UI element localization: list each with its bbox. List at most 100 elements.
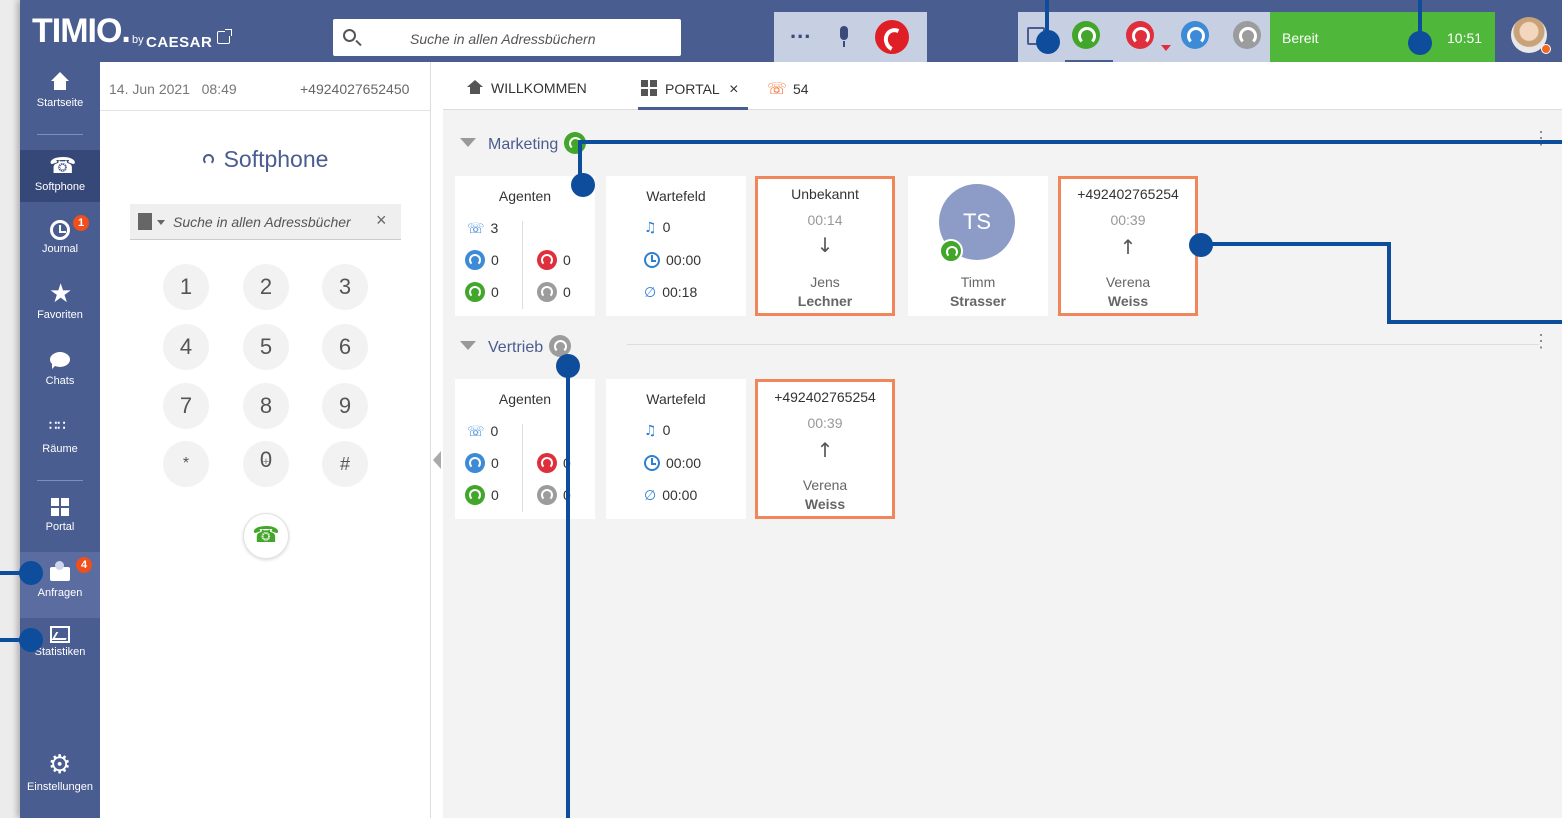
sidebar-item-portal[interactable]: Portal (20, 496, 100, 542)
stats-icon (50, 626, 70, 643)
missed-call-icon: ☏ (767, 79, 788, 98)
value: 00:00 (662, 487, 698, 503)
mail-icon (49, 561, 71, 584)
global-search-input[interactable]: Suche in allen Adressbüchern (333, 19, 681, 56)
call-controls: ... (774, 12, 927, 62)
logo-brand: CAESAR (146, 34, 213, 51)
sidebar-item-raeume[interactable]: Räume (20, 418, 100, 464)
top-bar: TIMIO. by CAESAR Suche in allen Adressbü… (20, 0, 1562, 62)
dial-key-4[interactable]: 4 (163, 324, 209, 370)
group-menu-icon[interactable]: ⋮ (1532, 332, 1550, 350)
call-icon: ☏ (467, 221, 485, 237)
dial-key-3[interactable]: 3 (322, 264, 368, 310)
count: 0 (491, 455, 499, 471)
close-tab-icon[interactable]: × (729, 81, 738, 98)
portal-main: WILLKOMMEN PORTAL × ☏ 54 Marketing ⋮ Agen… (443, 62, 1562, 818)
rooms-icon (49, 418, 71, 440)
phone-icon (49, 154, 76, 179)
sidebar-divider (37, 134, 83, 135)
queue-card: Wartefeld ♫ 0 00:00 ∅ 00:00 (606, 379, 746, 519)
dial-key-2[interactable]: 2 (243, 264, 289, 310)
annotation-dot (571, 173, 595, 197)
sidebar-item-chats[interactable]: Chats (20, 350, 100, 396)
divider (522, 424, 523, 512)
call-duration: 00:39 (1110, 212, 1146, 228)
agent-first-name: Jens (810, 274, 840, 290)
caller: +492402765254 (1077, 186, 1179, 202)
status-offline-icon[interactable] (1233, 21, 1261, 49)
sidebar-item-favoriten[interactable]: Favoriten (20, 279, 100, 330)
chevron-down-icon[interactable] (157, 220, 165, 225)
agent-card[interactable]: TS Timm Strasser (908, 176, 1048, 316)
music-icon: ♫ (644, 220, 657, 236)
sidebar-item-label: Portal (45, 521, 75, 533)
dial-key-9[interactable]: 9 (322, 383, 368, 429)
sidebar-item-journal[interactable]: Journal 1 (20, 215, 100, 266)
call-duration: 00:14 (807, 212, 843, 228)
count: 0 (563, 252, 571, 268)
offline-icon (537, 485, 557, 505)
agents-red: 0 (537, 250, 571, 270)
dial-key-5[interactable]: 5 (243, 324, 289, 370)
offline-icon (537, 282, 557, 302)
sidebar-item-label: Statistiken (34, 646, 86, 658)
sidebar-item-label: Journal (41, 243, 79, 255)
softphone-search-input[interactable]: Suche in allen Adressbücher × (130, 204, 401, 240)
microphone-icon[interactable] (840, 26, 848, 47)
queue-waiting: ♫ 0 (644, 422, 670, 439)
dial-key-1[interactable]: 1 (163, 264, 209, 310)
dial-key-6[interactable]: 6 (322, 324, 368, 370)
ready-status-bar[interactable]: Bereit 10:51 (1270, 12, 1495, 62)
tab-willkommen[interactable]: WILLKOMMEN (467, 80, 587, 96)
missed-calls-indicator[interactable]: ☏ 54 (767, 79, 809, 98)
search-placeholder: Suche in allen Adressbüchern (410, 31, 596, 47)
search-placeholder: Suche in allen Adressbücher (173, 214, 351, 230)
status-oncall-icon[interactable] (1181, 21, 1209, 49)
status-available-icon[interactable] (1072, 21, 1100, 49)
dial-key-0[interactable]: 0 + (243, 441, 289, 487)
address-book-icon[interactable] (138, 213, 152, 230)
chevron-down-icon[interactable] (1161, 45, 1171, 51)
dial-key-8[interactable]: 8 (243, 383, 289, 429)
call-card[interactable]: +492402765254 00:39 ↑ Verena Weiss (755, 379, 895, 519)
clear-icon[interactable]: × (376, 210, 387, 231)
agents-card: Agenten ☏ 3 0 0 0 0 (455, 176, 595, 316)
divider (522, 221, 523, 309)
call-button[interactable]: ☎ (243, 513, 289, 559)
group-header-marketing[interactable]: Marketing (460, 132, 587, 156)
collapse-panel-icon[interactable] (433, 451, 441, 469)
card-title: Agenten (498, 391, 552, 407)
busy-icon (537, 250, 557, 270)
call-card[interactable]: Unbekannt 00:14 ↓ Jens Lechner (755, 176, 895, 316)
search-icon (343, 29, 356, 42)
external-link-icon[interactable] (217, 29, 232, 44)
sidebar-item-startseite[interactable]: Startseite (20, 72, 100, 122)
sidebar-item-softphone[interactable]: Softphone (20, 150, 100, 202)
dial-key-7[interactable]: 7 (163, 383, 209, 429)
count: 0 (662, 422, 671, 438)
sidebar-item-einstellungen[interactable]: Einstellungen (20, 750, 100, 802)
sidebar-item-label: Anfragen (37, 587, 83, 599)
count: 0 (563, 284, 571, 300)
softphone-panel: 14. Jun 2021 08:49 +4924027652450 Softph… (100, 62, 431, 818)
dial-key-star[interactable]: * (163, 441, 209, 487)
tab-portal[interactable]: PORTAL × (641, 80, 738, 99)
hangup-button[interactable] (875, 20, 909, 54)
active-tab-indicator (638, 107, 748, 110)
more-button[interactable]: ... (790, 18, 811, 44)
agent-first-name: Verena (802, 477, 848, 493)
tab-label: WILLKOMMEN (491, 80, 587, 96)
annotation-dot (19, 561, 43, 585)
softphone-date: 14. Jun 2021 08:49 (109, 81, 237, 97)
dial-key-hash[interactable]: # (322, 441, 368, 487)
agents-calls: ☏ 3 (467, 220, 498, 237)
average-icon: ∅ (644, 285, 657, 301)
agent-first-name: Verena (1105, 274, 1151, 290)
agents-blue: 0 (465, 250, 499, 270)
status-busy-icon[interactable] (1126, 21, 1154, 49)
chat-icon (49, 350, 71, 372)
available-icon (939, 239, 963, 263)
queue-card: Wartefeld ♫ 0 00:00 ∅ 00:18 (606, 176, 746, 316)
group-header-vertrieb[interactable]: Vertrieb (460, 335, 572, 359)
call-card[interactable]: +492402765254 00:39 ↑ Verena Weiss (1058, 176, 1198, 316)
